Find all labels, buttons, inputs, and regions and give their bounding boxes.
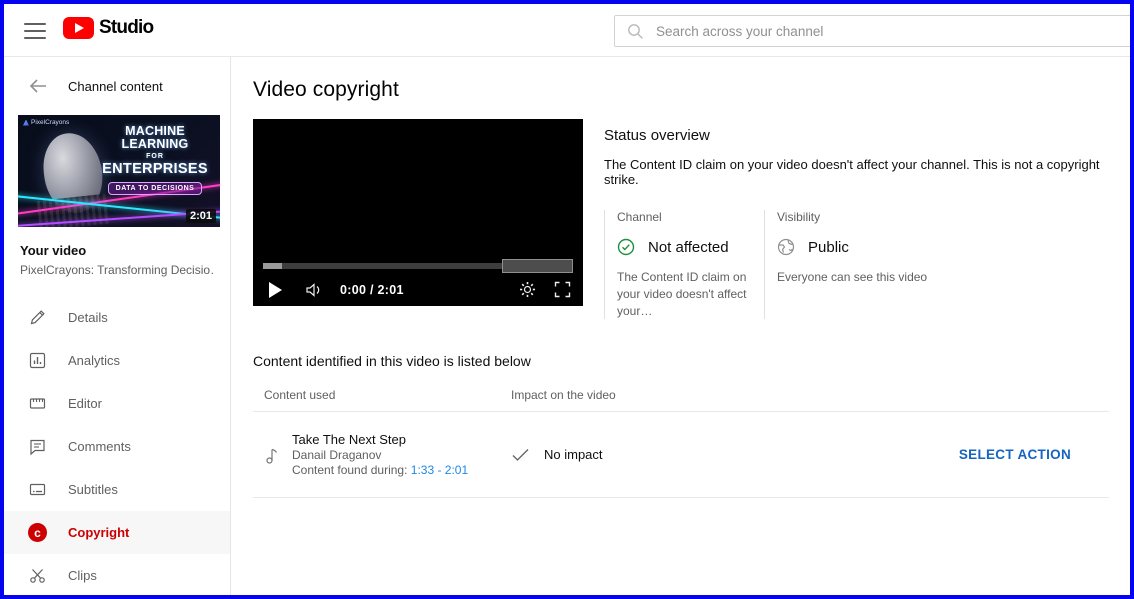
- comments-icon: [28, 437, 47, 456]
- channel-status-description: The Content ID claim on your video doesn…: [617, 269, 767, 319]
- sidebar-item-copyright[interactable]: c Copyright: [4, 511, 230, 554]
- visibility-status-description: Everyone can see this video: [777, 269, 1110, 286]
- duration-badge: 2:01: [186, 209, 216, 223]
- visibility-label: Visibility: [777, 210, 1110, 224]
- back-label[interactable]: Channel content: [68, 79, 163, 94]
- claim-timestamp-link[interactable]: 1:33 - 2:01: [411, 463, 468, 477]
- app-window: Studio Channel content PixelCrayons MACH…: [0, 0, 1134, 599]
- claim-row: Take The Next Step Danail Draganov Conte…: [253, 412, 1109, 498]
- your-video-label: Your video: [20, 243, 214, 258]
- page-title: Video copyright: [253, 78, 1110, 102]
- editor-icon: [28, 394, 47, 413]
- video-thumbnail[interactable]: PixelCrayons MACHINE LEARNING FOR ENTERP…: [18, 115, 220, 227]
- top-bar: Studio: [4, 4, 1130, 57]
- search-bar[interactable]: [614, 15, 1130, 47]
- back-navigation[interactable]: Channel content: [4, 57, 230, 115]
- brand-text: Studio: [99, 17, 153, 39]
- player-progress-bar[interactable]: [263, 259, 573, 273]
- thumbnail-title-line1: MACHINE LEARNING: [96, 125, 214, 151]
- visibility-status-card: Visibility Public Everyone can see this …: [764, 210, 1110, 319]
- scissors-icon: [28, 566, 47, 585]
- thumbnail-brand-logo: PixelCrayons: [23, 119, 69, 126]
- hamburger-menu-icon[interactable]: [24, 23, 46, 39]
- search-input[interactable]: [656, 24, 1076, 39]
- sidebar-item-analytics[interactable]: Analytics: [4, 339, 230, 382]
- select-action-button[interactable]: SELECT ACTION: [959, 447, 1071, 462]
- status-heading: Status overview: [604, 127, 1110, 144]
- subtitles-icon: [28, 480, 47, 499]
- sidebar: Channel content PixelCrayons MACHINE LEA…: [4, 57, 231, 595]
- sidebar-item-editor[interactable]: Editor: [4, 382, 230, 425]
- channel-status-card: Channel Not affected The Content ID clai…: [604, 210, 764, 319]
- claims-table: Content used Impact on the video Take Th…: [253, 379, 1109, 498]
- sidebar-item-label: Details: [68, 310, 108, 325]
- channel-label: Channel: [617, 210, 764, 224]
- sidebar-item-label: Editor: [68, 396, 102, 411]
- sidebar-item-label: Copyright: [68, 525, 129, 540]
- sidebar-item-details[interactable]: Details: [4, 296, 230, 339]
- thumbnail-badge: DATA TO DECISIONS: [108, 182, 203, 195]
- player-controls: 0:00 / 2:01: [253, 273, 583, 306]
- volume-icon[interactable]: [304, 281, 324, 299]
- music-note-icon: [264, 445, 282, 465]
- sidebar-item-label: Comments: [68, 439, 131, 454]
- globe-icon: [777, 238, 795, 256]
- check-circle-icon: [617, 238, 635, 256]
- play-button[interactable]: [269, 282, 282, 298]
- sidebar-menu: Details Analytics Editor Comments Subtit…: [4, 296, 230, 595]
- sidebar-item-comments[interactable]: Comments: [4, 425, 230, 468]
- sidebar-item-label: Subtitles: [68, 482, 118, 497]
- claim-artist: Danail Draganov: [292, 448, 468, 462]
- content-list-heading: Content identified in this video is list…: [253, 353, 1110, 369]
- settings-gear-icon[interactable]: [519, 281, 536, 298]
- youtube-studio-logo[interactable]: Studio: [63, 17, 153, 39]
- impact-value: No impact: [544, 447, 603, 462]
- status-overview-section: Status overview The Content ID claim on …: [583, 119, 1110, 319]
- thumbnail-title-line2: FOR: [96, 153, 214, 160]
- main-content: Video copyright 0:00 / 2:01: [231, 57, 1130, 595]
- time-display: 0:00 / 2:01: [340, 283, 404, 297]
- claim-found-during: Content found during: 1:33 - 2:01: [292, 463, 468, 477]
- status-description: The Content ID claim on your video doesn…: [604, 157, 1110, 187]
- channel-status-value: Not affected: [648, 239, 729, 256]
- column-impact: Impact on the video: [511, 388, 1109, 402]
- visibility-status-value: Public: [808, 239, 849, 256]
- sidebar-item-label: Analytics: [68, 353, 120, 368]
- analytics-icon: [28, 351, 47, 370]
- copyright-icon: c: [28, 523, 47, 542]
- pencil-icon: [28, 308, 47, 327]
- column-content-used: Content used: [253, 388, 511, 402]
- claims-table-header: Content used Impact on the video: [253, 379, 1109, 412]
- claim-song-title: Take The Next Step: [292, 432, 468, 447]
- back-arrow-icon[interactable]: [28, 76, 48, 96]
- thumbnail-title-line3: ENTERPRISES: [96, 161, 214, 177]
- search-icon: [627, 23, 644, 40]
- fullscreen-icon[interactable]: [554, 281, 571, 298]
- check-icon: [511, 448, 531, 462]
- sidebar-item-clips[interactable]: Clips: [4, 554, 230, 595]
- sidebar-item-label: Clips: [68, 568, 97, 583]
- video-player[interactable]: 0:00 / 2:01: [253, 119, 583, 306]
- video-title: PixelCrayons: Transforming Decisio…: [20, 263, 214, 277]
- claim-segment-marker[interactable]: [502, 259, 573, 273]
- sidebar-item-subtitles[interactable]: Subtitles: [4, 468, 230, 511]
- youtube-play-icon: [63, 17, 94, 39]
- progress-played: [263, 263, 282, 269]
